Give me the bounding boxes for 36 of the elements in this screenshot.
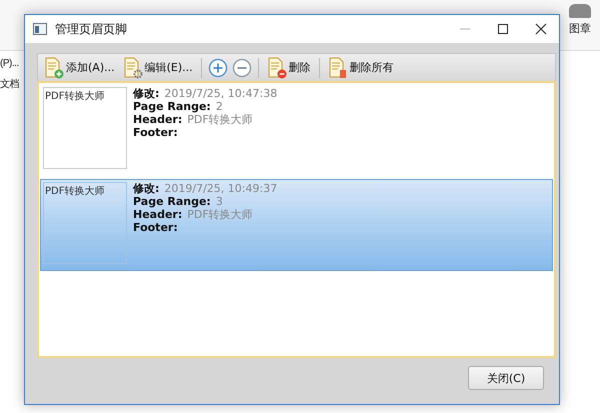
list-item[interactable]: PDF转换大师 修改: 2019/7/25, 10:49:37 Page Range: 3 Header: PDF转换大师 Footer: — [40, 179, 553, 271]
thumbnail-text: PDF转换大师 — [45, 90, 104, 103]
field-label: 修改: — [133, 182, 160, 195]
zoom-in-icon[interactable] — [208, 58, 228, 78]
window-icon — [33, 23, 47, 35]
field-label: Footer: — [133, 221, 178, 234]
window-title: 管理页眉页脚 — [55, 20, 128, 38]
document-add-icon — [44, 56, 64, 78]
maximize-icon[interactable] — [497, 23, 509, 35]
toolbar-label[interactable]: 图章 — [569, 21, 591, 36]
delete-button[interactable]: 删除 — [264, 56, 313, 78]
delete-all-button[interactable]: 删除所有 — [326, 56, 396, 78]
field-label: Header: — [133, 208, 182, 221]
field-label: 修改: — [133, 87, 160, 100]
field-label: Page Range: — [133, 100, 211, 113]
close-icon[interactable] — [535, 23, 547, 35]
document-trash-icon — [328, 56, 348, 78]
document-remove-icon — [266, 56, 287, 78]
edit-button[interactable]: 编辑(E)... — [120, 56, 195, 78]
document-gear-icon — [122, 56, 143, 78]
zoom-out-icon[interactable] — [232, 58, 252, 78]
field-value: PDF转换大师 — [187, 208, 253, 221]
field-value: 2019/7/25, 10:49:37 — [164, 182, 278, 195]
field-label: Footer: — [133, 126, 178, 139]
field-label: Header: — [133, 113, 182, 126]
menu-label[interactable]: 文档 — [0, 77, 19, 91]
field-value: 3 — [216, 195, 223, 208]
field-value: 2019/7/25, 10:47:38 — [164, 87, 278, 100]
list-item[interactable]: PDF转换大师 修改: 2019/7/25, 10:47:38 Page Range: 2 Header: PDF转换大师 Footer: — [40, 84, 553, 176]
menu-label[interactable]: (P)... — [0, 58, 19, 69]
field-value: PDF转换大师 — [187, 113, 253, 126]
close-button[interactable]: 关闭(C) — [468, 366, 544, 390]
field-label: Page Range: — [133, 195, 211, 208]
thumbnail-text: PDF转换大师 — [45, 184, 104, 198]
add-button[interactable]: 添加(A)... — [42, 56, 117, 78]
field-value: 2 — [216, 100, 223, 113]
